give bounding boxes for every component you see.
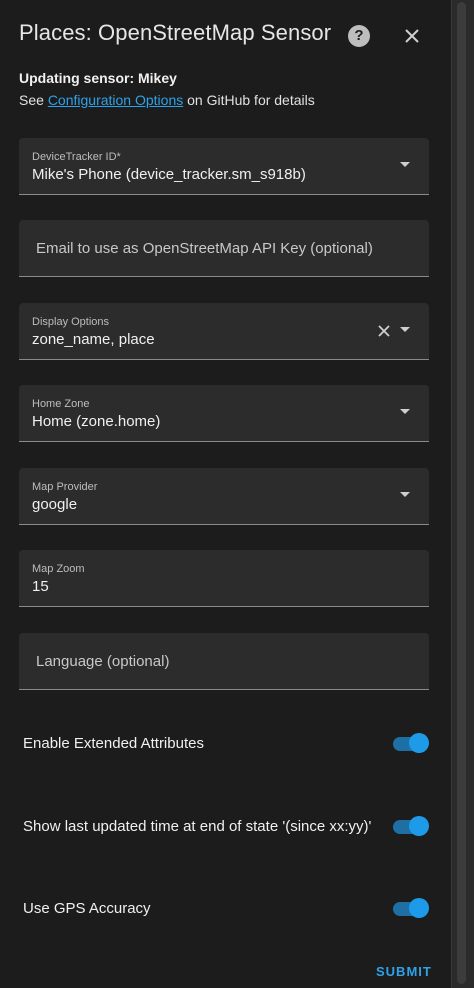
chevron-down-icon — [400, 327, 410, 332]
chevron-down-icon — [400, 409, 410, 414]
home-zone-value: Home (zone.home) — [32, 413, 161, 430]
configuration-options-link[interactable]: Configuration Options — [48, 92, 183, 108]
scrollbar[interactable] — [453, 0, 474, 988]
gps-accuracy-toggle[interactable] — [393, 898, 429, 918]
device-tracker-label: DeviceTracker ID* — [32, 151, 121, 163]
config-info-line: See Configuration Options on GitHub for … — [19, 92, 315, 108]
device-tracker-select[interactable]: DeviceTracker ID* Mike's Phone (device_t… — [19, 138, 429, 195]
updating-sensor-text: Updating sensor: Mikey — [19, 70, 177, 86]
chevron-down-icon — [400, 492, 410, 497]
map-provider-label: Map Provider — [32, 481, 98, 493]
submit-button[interactable]: SUBMIT — [376, 964, 432, 979]
map-zoom-label: Map Zoom — [32, 563, 85, 575]
extended-attributes-row: Enable Extended Attributes — [23, 731, 433, 755]
display-options-label: Display Options — [32, 316, 110, 328]
map-zoom-input[interactable]: Map Zoom 15 — [19, 550, 429, 607]
home-zone-select[interactable]: Home Zone Home (zone.home) — [19, 385, 429, 442]
toggle-knob — [409, 733, 429, 753]
clear-icon[interactable] — [377, 324, 391, 338]
gps-accuracy-row: Use GPS Accuracy — [23, 896, 433, 920]
scrollbar-thumb[interactable] — [457, 2, 466, 984]
language-input[interactable]: Language (optional) — [19, 633, 429, 690]
see-suffix: on GitHub for details — [183, 92, 315, 108]
see-prefix: See — [19, 92, 48, 108]
gps-accuracy-label: Use GPS Accuracy — [23, 900, 151, 917]
home-zone-label: Home Zone — [32, 398, 90, 410]
display-options-select[interactable]: Display Options zone_name, place — [19, 303, 429, 360]
email-api-key-input[interactable]: Email to use as OpenStreetMap API Key (o… — [19, 220, 429, 277]
last-updated-toggle[interactable] — [393, 816, 429, 836]
last-updated-label: Show last updated time at end of state '… — [23, 818, 372, 835]
email-placeholder: Email to use as OpenStreetMap API Key (o… — [36, 240, 373, 257]
map-zoom-value: 15 — [32, 578, 49, 595]
extended-attributes-label: Enable Extended Attributes — [23, 735, 204, 752]
extended-attributes-toggle[interactable] — [393, 733, 429, 753]
toggle-knob — [409, 898, 429, 918]
last-updated-row: Show last updated time at end of state '… — [23, 814, 433, 838]
display-options-value: zone_name, place — [32, 331, 155, 348]
options-dialog: Places: OpenStreetMap Sensor ? Updating … — [0, 0, 452, 988]
device-tracker-value: Mike's Phone (device_tracker.sm_s918b) — [32, 166, 306, 183]
chevron-down-icon — [400, 162, 410, 167]
dialog-title: Places: OpenStreetMap Sensor — [19, 20, 332, 45]
help-circle-icon[interactable]: ? — [348, 25, 370, 47]
language-placeholder: Language (optional) — [36, 653, 170, 670]
toggle-knob — [409, 816, 429, 836]
map-provider-value: google — [32, 496, 78, 513]
map-provider-select[interactable]: Map Provider google — [19, 468, 429, 525]
close-icon[interactable] — [400, 24, 424, 48]
